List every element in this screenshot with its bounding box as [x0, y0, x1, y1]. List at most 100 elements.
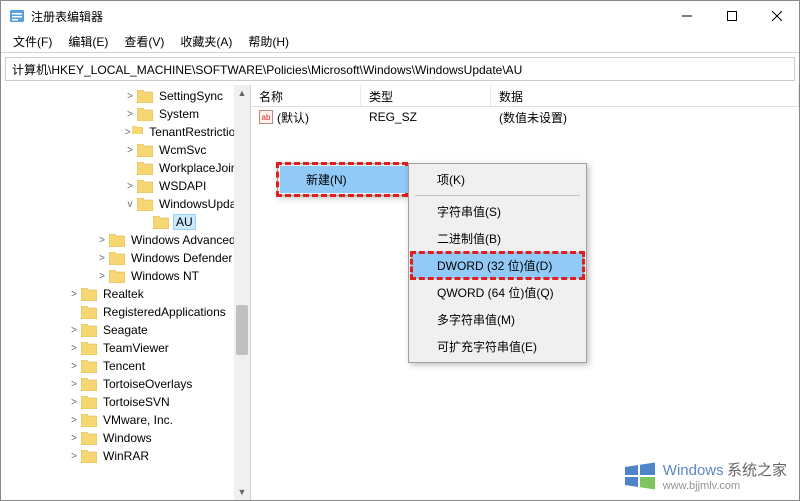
- tree-node[interactable]: WorkplaceJoin: [5, 159, 250, 177]
- expand-icon[interactable]: >: [67, 397, 81, 408]
- tree-node[interactable]: > Tencent: [5, 357, 250, 375]
- regedit-window: 注册表编辑器 文件(F) 编辑(E) 查看(V) 收藏夹(A) 帮助(H) 计算…: [0, 0, 800, 501]
- menu-favorites[interactable]: 收藏夹(A): [172, 31, 240, 52]
- tree-node-label: TeamViewer: [101, 341, 171, 355]
- ctx-submenu-item[interactable]: 可扩充字符串值(E): [411, 333, 584, 360]
- minimize-icon: [682, 11, 692, 21]
- col-data[interactable]: 数据: [491, 85, 799, 106]
- tree-node[interactable]: > TortoiseSVN: [5, 393, 250, 411]
- expand-icon[interactable]: >: [67, 433, 81, 444]
- tree-node[interactable]: > TenantRestrictions: [5, 123, 250, 141]
- close-icon: [772, 11, 782, 21]
- tree-node[interactable]: > WSDAPI: [5, 177, 250, 195]
- scroll-up-icon[interactable]: ▲: [234, 85, 250, 101]
- expand-icon[interactable]: >: [67, 289, 81, 300]
- expand-icon[interactable]: >: [67, 415, 81, 426]
- expand-icon[interactable]: >: [123, 181, 137, 192]
- col-name[interactable]: 名称: [251, 85, 361, 106]
- maximize-button[interactable]: [709, 1, 754, 31]
- folder-icon: [81, 432, 97, 445]
- expand-icon[interactable]: >: [123, 91, 137, 102]
- tree-node[interactable]: > SettingSync: [5, 87, 250, 105]
- tree-node-label: WorkplaceJoin: [157, 161, 239, 175]
- ctx-submenu-item[interactable]: 项(K): [411, 166, 584, 193]
- folder-icon: [137, 108, 153, 121]
- folder-icon: [81, 450, 97, 463]
- expand-icon[interactable]: >: [123, 109, 137, 120]
- watermark: Windows 系统之家 www.bjjmlv.com: [623, 459, 787, 492]
- folder-icon: [109, 252, 125, 265]
- tree-node-label: Realtek: [101, 287, 146, 301]
- tree-node[interactable]: > WinRAR: [5, 447, 250, 465]
- tree-node[interactable]: > TeamViewer: [5, 339, 250, 357]
- ctx-submenu-item[interactable]: 二进制值(B): [411, 225, 584, 252]
- expand-icon[interactable]: >: [67, 379, 81, 390]
- tree-node-label: TortoiseSVN: [101, 395, 172, 409]
- folder-icon: [81, 360, 97, 373]
- tree-node[interactable]: > Windows Advanced: [5, 231, 250, 249]
- expand-icon[interactable]: >: [95, 253, 109, 264]
- scroll-thumb[interactable]: [236, 305, 248, 355]
- ctx-submenu-item[interactable]: 多字符串值(M): [411, 306, 584, 333]
- folder-icon: [137, 198, 153, 211]
- menubar: 文件(F) 编辑(E) 查看(V) 收藏夹(A) 帮助(H): [1, 31, 799, 53]
- col-type[interactable]: 类型: [361, 85, 491, 106]
- tree-node[interactable]: > TortoiseOverlays: [5, 375, 250, 393]
- tree-node[interactable]: > Windows Defender: [5, 249, 250, 267]
- folder-icon: [153, 216, 169, 229]
- tree-node[interactable]: > System: [5, 105, 250, 123]
- ctx-submenu-label: 二进制值(B): [437, 232, 501, 246]
- tree-node[interactable]: AU: [5, 213, 250, 231]
- folder-icon: [109, 234, 125, 247]
- expand-icon[interactable]: >: [123, 127, 132, 138]
- menu-edit[interactable]: 编辑(E): [60, 31, 116, 52]
- menu-separator: [415, 195, 580, 196]
- tree-node[interactable]: > Realtek: [5, 285, 250, 303]
- folder-icon: [137, 144, 153, 157]
- registry-tree[interactable]: > SettingSync > System > TenantRestricti…: [1, 87, 250, 465]
- expand-icon[interactable]: v: [123, 199, 137, 210]
- expand-icon[interactable]: >: [67, 325, 81, 336]
- tree-node[interactable]: > Windows NT: [5, 267, 250, 285]
- tree-node[interactable]: > Seagate: [5, 321, 250, 339]
- list-row[interactable]: ab(默认) REG_SZ (数值未设置): [251, 107, 799, 127]
- expand-icon[interactable]: >: [67, 451, 81, 462]
- watermark-brand: Windows: [663, 462, 724, 479]
- menu-help[interactable]: 帮助(H): [240, 31, 297, 52]
- value-name: (默认): [277, 109, 309, 126]
- tree-node[interactable]: > VMware, Inc.: [5, 411, 250, 429]
- address-bar[interactable]: 计算机\HKEY_LOCAL_MACHINE\SOFTWARE\Policies…: [5, 57, 795, 81]
- list-header: 名称 类型 数据: [251, 85, 799, 107]
- tree-node[interactable]: RegisteredApplications: [5, 303, 250, 321]
- expand-icon[interactable]: >: [67, 343, 81, 354]
- minimize-button[interactable]: [664, 1, 709, 31]
- tree-node-label: Windows Defender: [129, 251, 234, 265]
- scroll-down-icon[interactable]: ▼: [234, 484, 250, 500]
- window-title: 注册表编辑器: [31, 8, 664, 25]
- expand-icon[interactable]: >: [123, 145, 137, 156]
- expand-icon[interactable]: >: [95, 235, 109, 246]
- context-submenu: 项(K) 字符串值(S) 二进制值(B) DWORD (32 位)值(D)QWORD …: [408, 163, 587, 363]
- folder-icon: [81, 324, 97, 337]
- expand-icon[interactable]: >: [95, 271, 109, 282]
- folder-icon: [137, 90, 153, 103]
- ctx-submenu-item[interactable]: QWORD (64 位)值(Q): [411, 279, 584, 306]
- list-pane: 名称 类型 数据 ab(默认) REG_SZ (数值未设置) 新建(N) ▶ 项…: [251, 85, 799, 500]
- menu-file[interactable]: 文件(F): [5, 31, 60, 52]
- close-button[interactable]: [754, 1, 799, 31]
- tree-node[interactable]: v WindowsUpdate: [5, 195, 250, 213]
- tree-scrollbar[interactable]: ▲ ▼: [234, 85, 250, 500]
- ctx-submenu-item[interactable]: 字符串值(S): [411, 198, 584, 225]
- ctx-submenu-label: 字符串值(S): [437, 205, 501, 219]
- ctx-submenu-item[interactable]: DWORD (32 位)值(D): [411, 252, 584, 279]
- expand-icon[interactable]: >: [67, 361, 81, 372]
- watermark-suffix: 系统之家: [727, 462, 787, 479]
- tree-node-label: WSDAPI: [157, 179, 208, 193]
- tree-node[interactable]: > Windows: [5, 429, 250, 447]
- tree-node[interactable]: > WcmSvc: [5, 141, 250, 159]
- titlebar: 注册表编辑器: [1, 1, 799, 31]
- tree-node-label: System: [157, 107, 201, 121]
- tree-node-label: TortoiseOverlays: [101, 377, 194, 391]
- menu-view[interactable]: 查看(V): [116, 31, 172, 52]
- folder-icon: [81, 378, 97, 391]
